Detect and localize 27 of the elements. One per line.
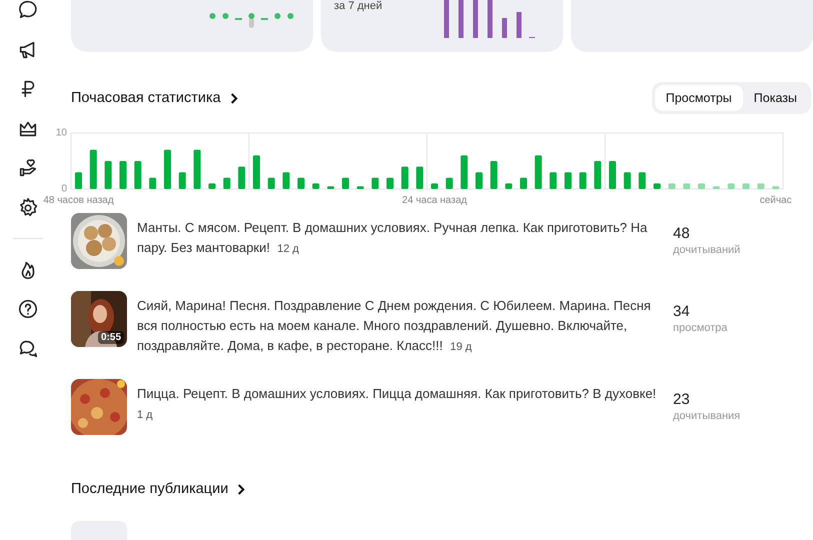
chevron-icon (237, 482, 246, 496)
publication-title[interactable]: Пицца. Рецепт. В домашних условиях. Пицца домашняя. Как приготовить? В духовке! 1 д (137, 379, 661, 425)
stat-label: просмотра (673, 322, 728, 334)
stat-label: дочитывания (673, 410, 742, 422)
stat-label: дочитываний (673, 244, 742, 256)
comment-icon[interactable] (17, 0, 39, 21)
axis-label: 24 часа назад (402, 195, 467, 206)
axis-label: сейчас (760, 195, 792, 206)
stat-count: 34 (673, 303, 691, 320)
chevron-icon (230, 92, 239, 104)
section-title-link[interactable]: Почасовая статистика (71, 90, 239, 106)
stat-count: 23 (673, 391, 691, 408)
axis-label: 0 (61, 184, 67, 194)
help-icon[interactable] (17, 298, 39, 320)
settings-icon[interactable] (17, 196, 39, 218)
tab[interactable]: Просмотры (654, 85, 743, 111)
stat-count: 48 (673, 225, 691, 242)
stat-card[interactable]: за 7 дней (321, 0, 563, 52)
video-duration: 0:55 (98, 331, 124, 344)
axis-label: 10 (56, 128, 67, 138)
hand-heart-icon[interactable] (17, 157, 39, 179)
section-title-link[interactable]: Последние публикации (71, 481, 246, 497)
card-caption: за 7 дней (334, 0, 382, 13)
publication-title[interactable]: Сияй, Марина! Песня. Поздравление С Днем рождения. С Юбилеем. Марина. Песня вся полностью есть на моем канале. Много поздравлений. Душевно. Включайте, поздравляйте. Дома, в кафе, в ресторане. Класс!!! 19 д (137, 291, 661, 357)
tab[interactable]: Показы (742, 85, 808, 111)
axis-label: 48 часов назад (43, 195, 114, 206)
publication-title[interactable]: Манты. С мясом. Рецепт. В домашних условиях. Ручная лепка. Как приготовить? На пару. Без мантоварки! 12 д (137, 213, 661, 259)
